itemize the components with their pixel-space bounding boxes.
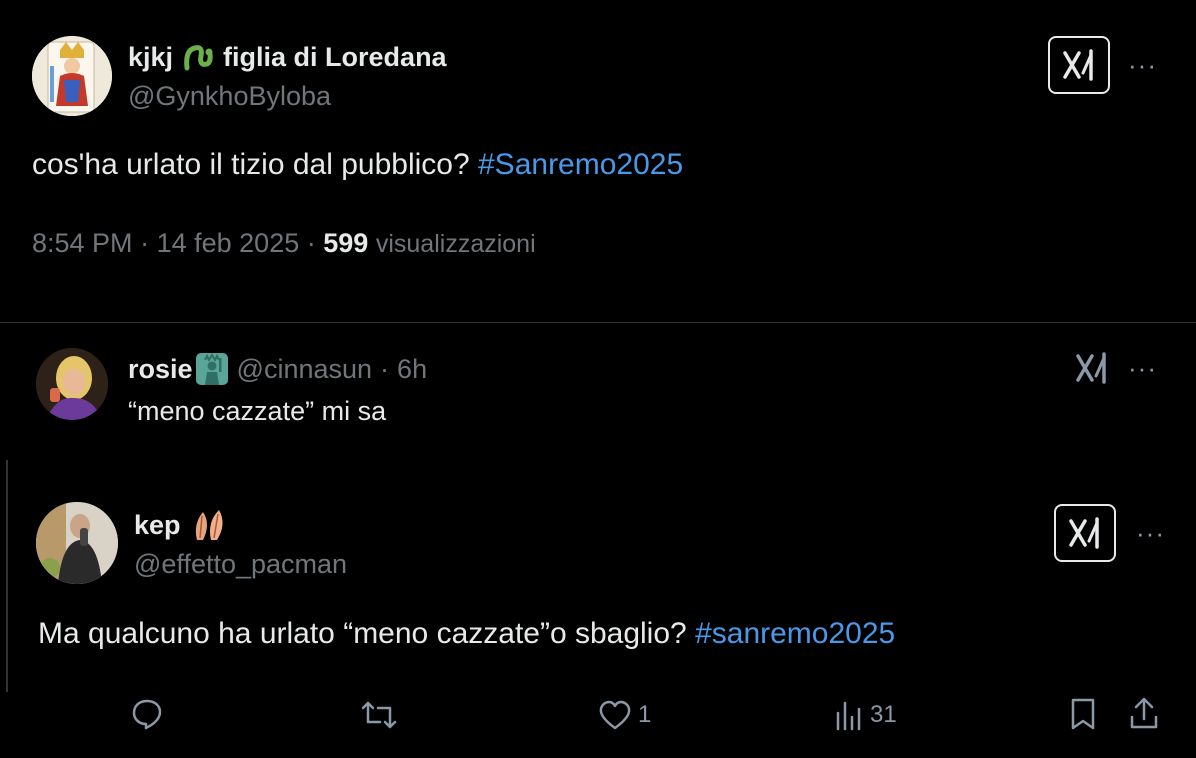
quoted-post-avatar[interactable] (36, 502, 118, 584)
quoted-post-handle[interactable]: @effetto_pacman (134, 549, 347, 580)
quoted-post-text: Ma qualcuno ha urlato “meno cazzate”o sb… (38, 617, 687, 650)
repost-action-button[interactable] (360, 698, 398, 732)
reply-age[interactable]: 6h (397, 354, 427, 385)
heart-icon (599, 700, 631, 730)
reply-handle[interactable]: @cinnasun (237, 354, 373, 385)
quoted-post-name[interactable]: kep (134, 510, 181, 541)
meta-separator: · (306, 228, 316, 258)
analytics-icon (836, 701, 861, 731)
main-post-date[interactable]: 14 feb 2025 (157, 228, 300, 258)
reply-text: “meno cazzate” mi sa (128, 396, 387, 426)
views-count: 31 (870, 701, 897, 728)
share-action-button[interactable] (1128, 697, 1160, 731)
main-post-views-label: visualizzazioni (375, 230, 536, 258)
quoted-post-more-button[interactable]: ··· (1136, 520, 1165, 546)
meta-separator: · (140, 228, 150, 258)
statue-of-liberty-icon (195, 353, 228, 385)
main-post-name-part1[interactable]: kjkj (128, 42, 173, 73)
repost-icon (361, 701, 397, 729)
main-post-time[interactable]: 8:54 PM (32, 228, 133, 258)
views-action-button[interactable]: 31 (834, 699, 897, 731)
main-post-hashtag[interactable]: #Sanremo2025 (478, 148, 683, 181)
main-post-name-part2[interactable]: figlia di Loredana (223, 42, 447, 73)
thread-line (6, 460, 8, 692)
reply-action-button[interactable] (130, 697, 164, 731)
quoted-post-hashtag[interactable]: #sanremo2025 (695, 617, 895, 650)
bookmark-icon (1071, 698, 1095, 730)
like-action-button[interactable]: 1 (598, 699, 651, 731)
share-icon (1130, 697, 1158, 729)
reply-icon (132, 699, 162, 730)
grok-icon (1069, 517, 1099, 549)
quoted-post-grok-button[interactable] (1054, 504, 1116, 562)
main-post-handle[interactable]: @GynkhoByloba (128, 81, 331, 112)
snake-icon (184, 45, 213, 71)
main-post-views-count: 599 (323, 228, 369, 258)
bookmark-action-button[interactable] (1068, 697, 1098, 731)
quoted-avatar-image (36, 502, 118, 584)
section-divider (0, 322, 1196, 323)
king-card-avatar-icon (32, 36, 112, 116)
like-count: 1 (638, 701, 652, 728)
reply-more-button[interactable]: ··· (1128, 355, 1157, 381)
reply-separator: · (380, 353, 390, 384)
main-post-text: cos'ha urlato il tizio dal pubblico? (32, 148, 470, 181)
main-post-grok-button[interactable] (1048, 36, 1110, 94)
leaves-icon (195, 510, 223, 540)
grok-icon (1063, 49, 1093, 81)
reply-avatar[interactable] (36, 348, 108, 420)
reply-avatar-image (36, 348, 108, 420)
reply-name[interactable]: rosie (128, 354, 193, 385)
main-post-more-button[interactable]: ··· (1128, 52, 1157, 78)
main-post-avatar[interactable] (32, 36, 112, 116)
reply-grok-icon[interactable] (1074, 352, 1110, 384)
